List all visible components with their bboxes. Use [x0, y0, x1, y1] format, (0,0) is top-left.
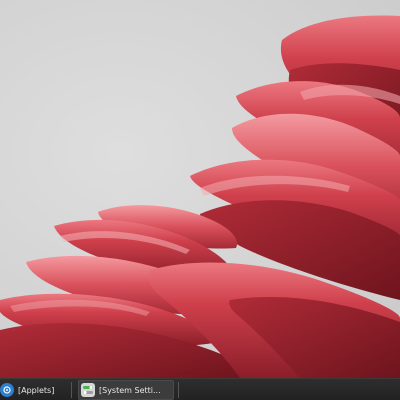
task-label-applets: [Applets] [18, 385, 55, 395]
taskbar-separator [71, 382, 72, 398]
taskbar-separator-2 [178, 382, 179, 398]
applets-icon [0, 383, 14, 397]
wallpaper-art [0, 15, 400, 378]
desktop-wallpaper [0, 0, 400, 378]
system-settings-icon [81, 383, 95, 397]
taskbar: [Applets] [System Setti... [0, 378, 400, 400]
desktop-screen: [Applets] [System Setti... [0, 0, 400, 400]
taskbar-task-applets[interactable]: [Applets] [0, 380, 64, 400]
task-label-system-settings: [System Setti... [99, 385, 161, 395]
taskbar-task-system-settings[interactable]: [System Setti... [78, 380, 174, 400]
